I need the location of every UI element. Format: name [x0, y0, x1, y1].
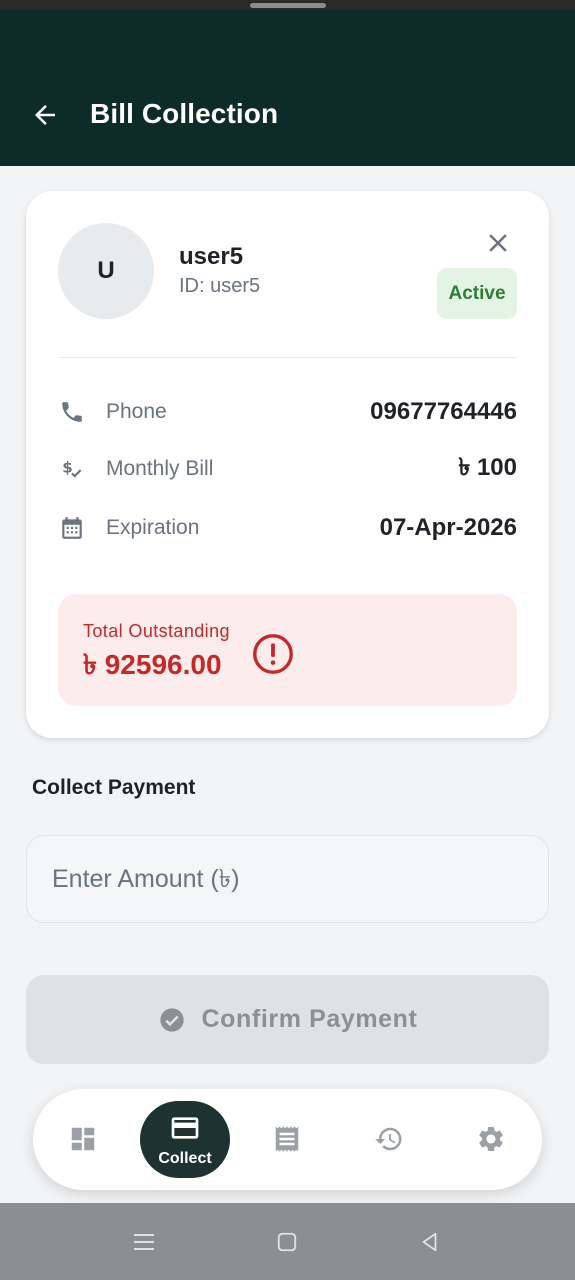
divider	[58, 357, 517, 358]
back-triangle-icon	[422, 1232, 437, 1252]
home-square-icon	[277, 1232, 297, 1252]
system-recents-button[interactable]	[127, 1225, 161, 1259]
phone-row: Phone 09677764446	[58, 394, 517, 430]
outstanding-label: Total Outstanding	[83, 621, 230, 641]
expiration-label: Expiration	[106, 516, 200, 539]
status-pill	[250, 3, 326, 8]
customer-id: ID: user5	[179, 275, 261, 297]
outstanding-amount: ৳ 92596.00	[83, 649, 222, 680]
check-circle-icon	[159, 1007, 184, 1032]
menu-lines-icon	[134, 1234, 154, 1250]
dashboard-icon	[71, 1127, 95, 1151]
arrow-back-icon	[35, 105, 55, 125]
phone-icon	[58, 398, 86, 426]
phone-value: 09677764446	[370, 398, 517, 425]
amount-input[interactable]	[26, 835, 549, 923]
expiration-value: 07-Apr-2026	[379, 514, 517, 541]
status-badge: Active	[437, 268, 517, 319]
nav-settings[interactable]	[461, 1109, 521, 1169]
alert-icon	[253, 634, 293, 674]
calendar-icon	[58, 514, 86, 542]
history-icon	[375, 1127, 402, 1151]
page-title: Bill Collection	[90, 98, 279, 129]
collect-section-title: Collect Payment	[32, 776, 196, 799]
expiration-row: Expiration 07-Apr-2026	[58, 510, 517, 546]
outstanding-box: Total Outstanding ৳ 92596.00	[58, 594, 517, 706]
receipt-icon	[275, 1126, 299, 1152]
system-home-button[interactable]	[270, 1225, 304, 1259]
svg-text:$: $	[62, 458, 73, 476]
phone-label: Phone	[106, 400, 167, 423]
settings-icon	[479, 1127, 503, 1151]
customer-name: user5	[179, 243, 244, 270]
close-button[interactable]	[480, 225, 516, 261]
confirm-payment-label: Confirm Payment	[201, 1005, 418, 1033]
monthly-bill-value: ৳ 100	[458, 454, 517, 481]
nav-history[interactable]	[359, 1109, 419, 1169]
monthly-bill-row: $ Monthly Bill ৳ 100	[58, 451, 517, 487]
bottom-nav: Collect	[33, 1089, 542, 1190]
nav-dashboard[interactable]	[53, 1109, 113, 1169]
avatar: U	[58, 223, 154, 319]
monthly-bill-label: Monthly Bill	[106, 457, 214, 480]
back-button[interactable]	[26, 96, 64, 134]
system-back-button[interactable]	[413, 1225, 447, 1259]
status-bar	[0, 0, 575, 10]
confirm-payment-button[interactable]: Confirm Payment	[26, 975, 549, 1064]
customer-card: U user5 ID: user5 Active Phone 096777644…	[26, 191, 549, 738]
nav-collect-label: Collect	[158, 1149, 212, 1167]
nav-bills[interactable]	[257, 1109, 317, 1169]
app-bar: Bill Collection	[0, 10, 575, 166]
close-icon	[489, 234, 507, 252]
system-nav-bar	[0, 1203, 575, 1280]
monthly-bill-icon: $	[58, 455, 86, 483]
card-icon	[171, 1116, 199, 1139]
nav-collect[interactable]: Collect	[140, 1101, 230, 1178]
